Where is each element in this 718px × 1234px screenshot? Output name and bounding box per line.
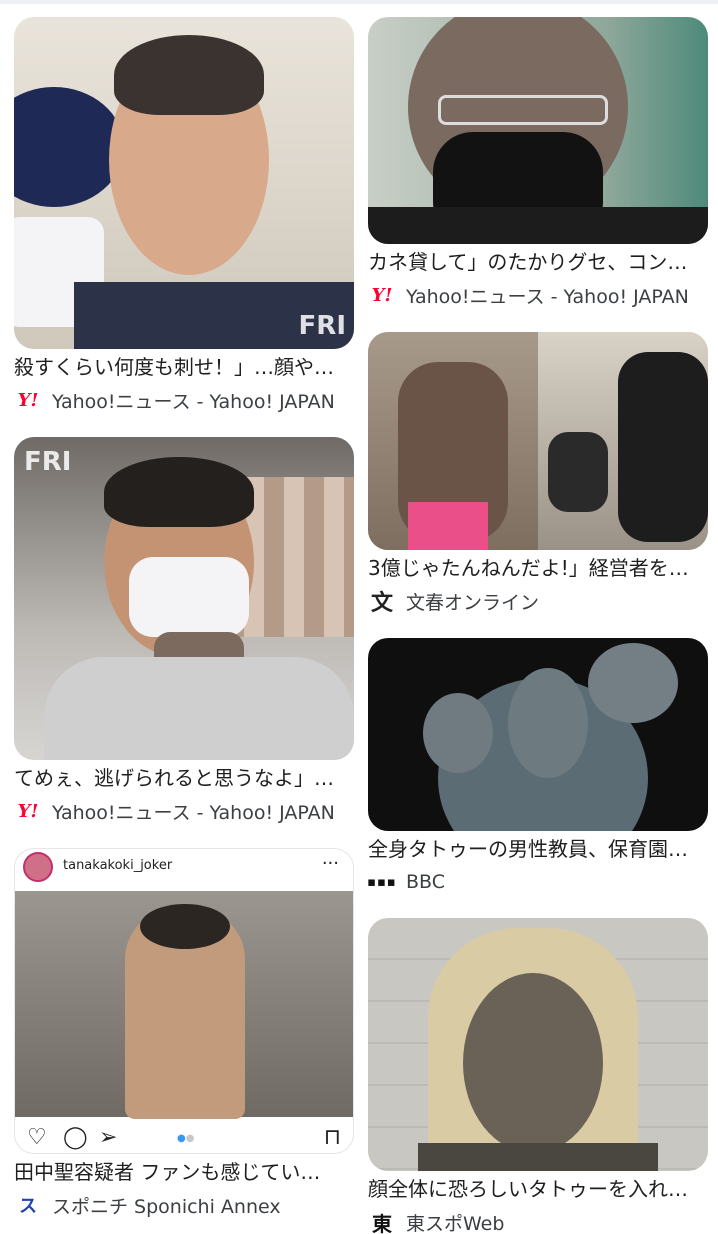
- source-label: Yahoo!ニュース - Yahoo! JAPAN: [52, 390, 335, 413]
- source-label: Yahoo!ニュース - Yahoo! JAPAN: [406, 285, 689, 308]
- source-label: 東スポWeb: [406, 1212, 505, 1234]
- hair: [104, 457, 254, 527]
- result-title[interactable]: てめぇ、逃げられると思うなよ」…: [14, 765, 354, 791]
- result-title[interactable]: 全身タトゥーの男性教員、保育園…: [368, 836, 708, 862]
- left-hand: [423, 693, 493, 773]
- result-card[interactable]: tanakakoki_joker ··· ♡ ◯ ➢ ⊓ ●● 田中聖容疑者 フ…: [14, 848, 354, 1220]
- result-thumbnail[interactable]: tanakakoki_joker ··· ♡ ◯ ➢ ⊓ ●●: [14, 848, 354, 1154]
- comment-icon[interactable]: ◯: [63, 1125, 88, 1150]
- carousel-dots: ●●: [177, 1133, 195, 1144]
- result-source[interactable]: ス スポニチ Sponichi Annex: [14, 1193, 354, 1218]
- bbc-icon: ▪▪▪: [368, 874, 397, 890]
- tattooed-face: [463, 973, 603, 1153]
- result-thumbnail[interactable]: FRI: [14, 437, 354, 760]
- face-mask: [129, 557, 249, 637]
- result-title[interactable]: 田中聖容疑者 ファンも感じてい…: [14, 1159, 354, 1185]
- bunshun-icon: 文: [370, 591, 393, 613]
- result-title[interactable]: カネ貸して」のたかりグセ、コン…: [368, 249, 708, 275]
- source-label: Yahoo!ニュース - Yahoo! JAPAN: [52, 801, 335, 824]
- source-label: スポニチ Sponichi Annex: [52, 1195, 281, 1218]
- result-source[interactable]: Y! Yahoo!ニュース - Yahoo! JAPAN: [14, 799, 354, 824]
- result-source[interactable]: ▪▪▪ BBC: [368, 870, 708, 894]
- result-title[interactable]: 殺すくらい何度も刺せ！」…顔や…: [14, 354, 354, 380]
- result-title[interactable]: 3億じゃたんねんだよ!」経営者を…: [368, 555, 708, 581]
- share-icon[interactable]: ➢: [99, 1125, 117, 1150]
- right-hand: [588, 643, 678, 723]
- tospo-icon: 東: [372, 1211, 392, 1234]
- hair: [140, 904, 230, 949]
- more-options-icon[interactable]: ···: [322, 853, 339, 874]
- result-thumbnail[interactable]: [368, 332, 708, 550]
- bookmark-icon[interactable]: ⊓: [324, 1125, 341, 1150]
- magazine-logo: FRI: [24, 447, 72, 477]
- yahoo-icon: Y!: [17, 389, 39, 411]
- source-label: BBC: [406, 871, 446, 893]
- result-card[interactable]: カネ貸して」のたかりグセ、コン… Y! Yahoo!ニュース - Yahoo! …: [368, 17, 708, 312]
- result-thumbnail[interactable]: FRI: [14, 17, 354, 349]
- result-source[interactable]: Y! Yahoo!ニュース - Yahoo! JAPAN: [368, 283, 708, 308]
- pink-shorts: [408, 502, 488, 550]
- result-source[interactable]: 文 文春オンライン: [368, 589, 708, 613]
- police-cap: [14, 87, 124, 207]
- result-title[interactable]: 顔全体に恐ろしいタトゥーを入れ…: [368, 1176, 708, 1202]
- glasses: [438, 95, 608, 125]
- yahoo-icon: Y!: [371, 284, 393, 306]
- result-card[interactable]: 全身タトゥーの男性教員、保育園… ▪▪▪ BBC: [368, 638, 708, 900]
- result-thumbnail[interactable]: [368, 17, 708, 244]
- magazine-logo: FRI: [298, 311, 346, 341]
- avatar: [23, 852, 53, 882]
- sponichi-icon: ス: [19, 1196, 37, 1217]
- result-thumbnail[interactable]: [368, 918, 708, 1171]
- grey-shirt: [44, 657, 354, 760]
- hair: [114, 35, 264, 115]
- result-thumbnail[interactable]: [368, 638, 708, 831]
- result-card[interactable]: FRI てめぇ、逃げられると思うなよ」… Y! Yahoo!ニュース - Yah…: [14, 437, 354, 827]
- tattooed-face: [508, 668, 588, 778]
- heart-icon[interactable]: ♡: [27, 1125, 47, 1150]
- result-source[interactable]: Y! Yahoo!ニュース - Yahoo! JAPAN: [14, 388, 354, 413]
- ig-username: tanakakoki_joker: [63, 858, 173, 873]
- person-dark: [618, 352, 708, 542]
- result-source[interactable]: 東 東スポWeb: [368, 1210, 708, 1234]
- result-card[interactable]: 3億じゃたんねんだよ!」経営者を… 文 文春オンライン: [368, 332, 708, 617]
- result-card[interactable]: 顔全体に恐ろしいタトゥーを入れ… 東 東スポWeb: [368, 918, 708, 1234]
- top-divider: [0, 0, 718, 4]
- result-card[interactable]: FRI 殺すくらい何度も刺せ！」…顔や… Y! Yahoo!ニュース - Yah…: [14, 17, 354, 412]
- source-label: 文春オンライン: [406, 591, 540, 614]
- person-crouch: [548, 432, 608, 512]
- yahoo-icon: Y!: [17, 800, 39, 822]
- shirt: [418, 1143, 658, 1171]
- jacket: [368, 207, 708, 244]
